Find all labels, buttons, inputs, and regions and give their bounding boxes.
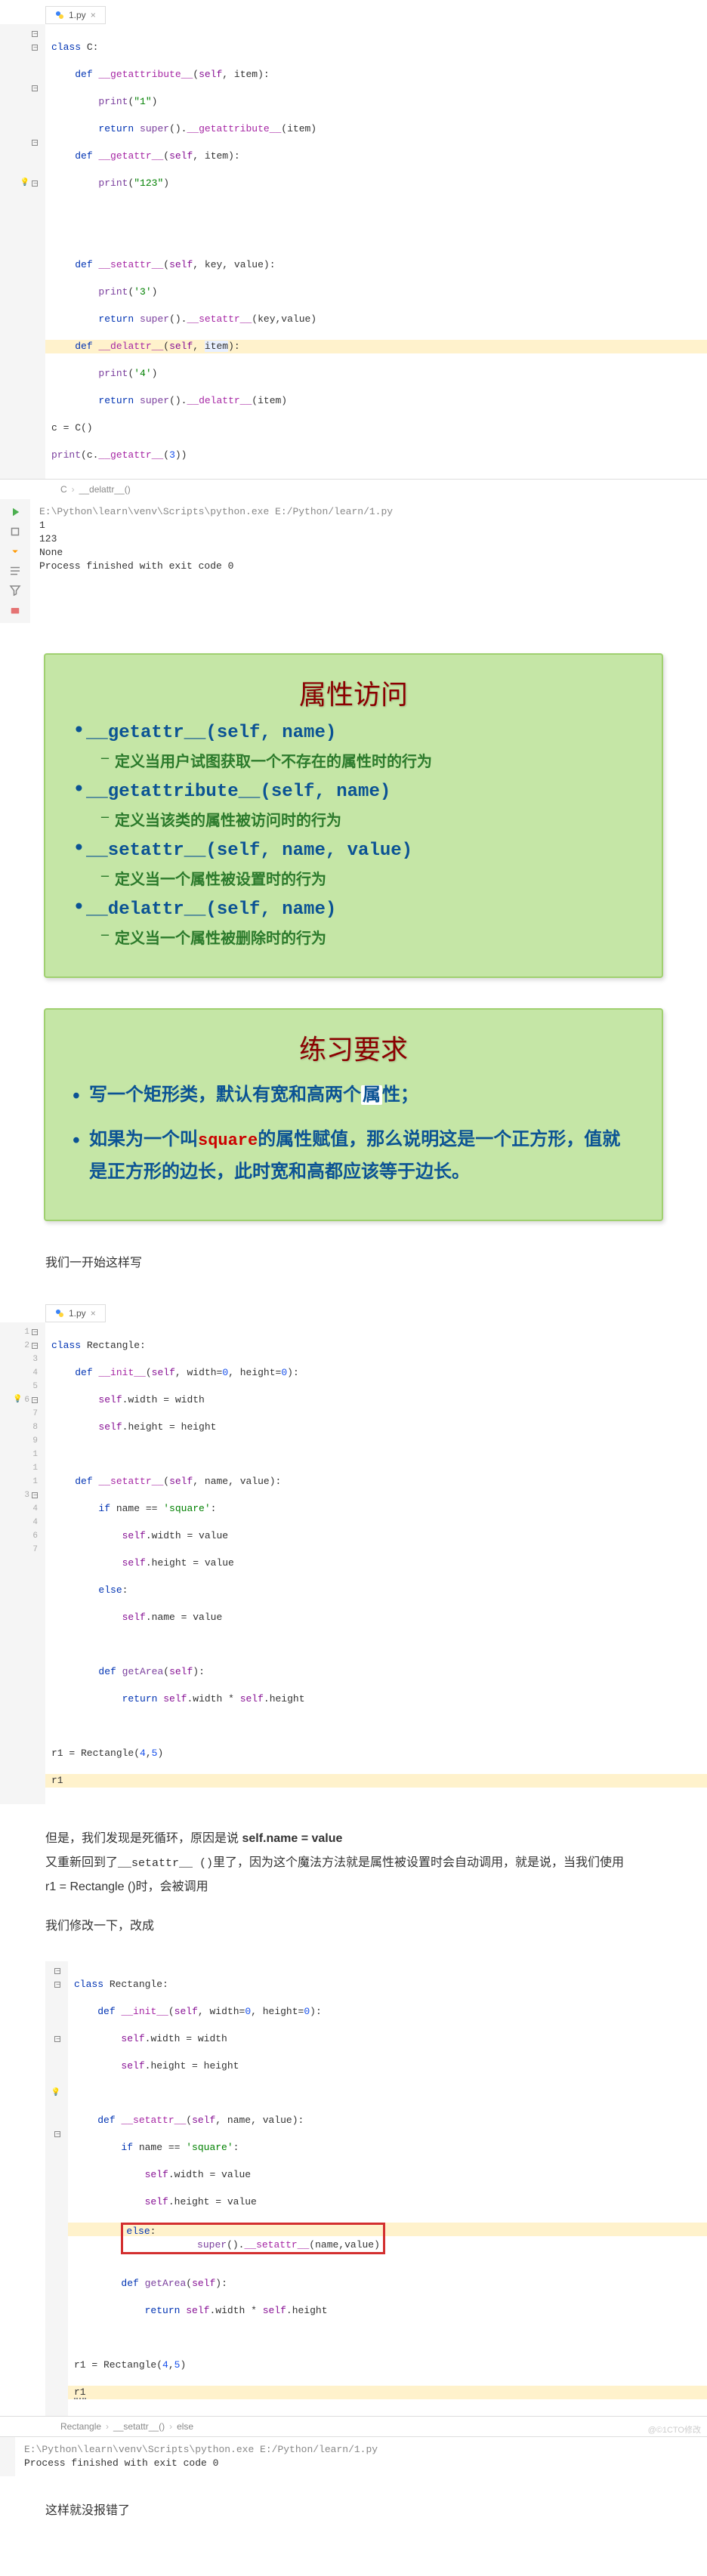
console-out: 123 (39, 532, 698, 546)
close-icon[interactable]: × (91, 10, 96, 20)
tab-label: 1.py (69, 1308, 86, 1319)
console-3: E:\Python\learn\venv\Scripts\python.exe … (0, 2436, 707, 2476)
article-text: 这样就没报错了 (45, 2499, 662, 2523)
stop-icon[interactable] (8, 525, 22, 538)
slide-desc: 定义当一个属性被删除时的行为 (101, 926, 634, 948)
console-cmd: E:\Python\learn\venv\Scripts\python.exe … (39, 505, 698, 519)
python-icon (55, 1309, 64, 1318)
filter-icon[interactable] (8, 584, 22, 597)
slide-desc: 定义当该类的属性被访问时的行为 (101, 808, 634, 830)
slide-item: __setattr__(self, name, value) (73, 841, 634, 861)
file-tab[interactable]: 1.py × (45, 6, 106, 24)
article-text: 我们一开始这样写 (45, 1251, 662, 1276)
slide-title: 属性访问 (73, 673, 634, 712)
print-icon[interactable] (8, 603, 22, 617)
console-1: E:\Python\learn\venv\Scripts\python.exe … (0, 499, 707, 623)
python-icon (55, 11, 64, 20)
slide-desc: 定义当一个属性被设置时的行为 (101, 867, 634, 889)
article-text: r1 = Rectangle ()时，会被调用 (45, 1875, 662, 1899)
file-tab[interactable]: 1.py × (45, 1304, 106, 1322)
article-text: 又重新回到了__setattr__ ()里了，因为这个魔法方法就是属性被设置时会… (45, 1851, 662, 1875)
console-body[interactable]: E:\Python\learn\venv\Scripts\python.exe … (30, 499, 707, 623)
code-body[interactable]: class Rectangle: def __init__(self, widt… (68, 1961, 707, 2416)
console-body[interactable]: E:\Python\learn\venv\Scripts\python.exe … (15, 2437, 707, 2476)
breadcrumb: C__delattr__() (0, 479, 707, 499)
slide-item: 如果为一个叫square的属性赋值，那么说明这是一个正方形，值就是正方形的边长，… (73, 1124, 634, 1189)
console-out: None (39, 546, 698, 560)
code-editor-2: 1 2 3 4 5 💡6 7 8 9 1 1 1 3 4 4 6 7 class… (0, 1322, 707, 1804)
code-body[interactable]: class C: def __getattribute__(self, item… (45, 24, 707, 479)
article-text: 我们修改一下，改成 (45, 1914, 662, 1939)
slide-desc: 定义当用户试图获取一个不存在的属性时的行为 (101, 749, 634, 771)
slide-title: 练习要求 (73, 1028, 634, 1067)
gutter: 💡 (45, 1961, 68, 2416)
console-end: Process finished with exit code 0 (39, 560, 698, 573)
article-text: 但是，我们发现是死循环，原因是说 self.name = value (45, 1827, 662, 1851)
console-end: Process finished with exit code 0 (24, 2457, 698, 2470)
console-gutter (0, 499, 30, 623)
slide-item: 写一个矩形类，默认有宽和高两个属性； (73, 1079, 634, 1112)
console-out: 1 (39, 519, 698, 532)
code-body[interactable]: class Rectangle: def __init__(self, widt… (45, 1322, 707, 1804)
run-icon[interactable] (8, 505, 22, 519)
close-icon[interactable]: × (91, 1308, 96, 1319)
slide-item: __getattribute__(self, name) (73, 782, 634, 802)
code-editor-1: 💡 class C: def __getattribute__(self, it… (0, 24, 707, 479)
slide-attribute-access: 属性访问 __getattr__(self, name) 定义当用户试图获取一个… (44, 653, 663, 978)
console-cmd: E:\Python\learn\venv\Scripts\python.exe … (24, 2443, 698, 2457)
breadcrumb: Rectangle__setattr__()else (0, 2416, 707, 2436)
gutter: 💡 (0, 24, 45, 479)
code-editor-3: 💡 class Rectangle: def __init__(self, wi… (45, 1961, 707, 2416)
slide-item: __getattr__(self, name) (73, 723, 634, 743)
highlighted-fix: else: super().__setattr__(name,value) (121, 2223, 385, 2254)
slide-item: __delattr__(self, name) (73, 899, 634, 920)
gutter: 1 2 3 4 5 💡6 7 8 9 1 1 1 3 4 4 6 7 (0, 1322, 45, 1804)
down-icon[interactable] (8, 545, 22, 558)
tab-label: 1.py (69, 10, 86, 20)
console-gutter (0, 2437, 15, 2476)
list-icon[interactable] (8, 564, 22, 578)
watermark: @©1CTO修改 (648, 2423, 701, 2436)
slide-exercise: 练习要求 写一个矩形类，默认有宽和高两个属性； 如果为一个叫square的属性赋… (44, 1008, 663, 1221)
